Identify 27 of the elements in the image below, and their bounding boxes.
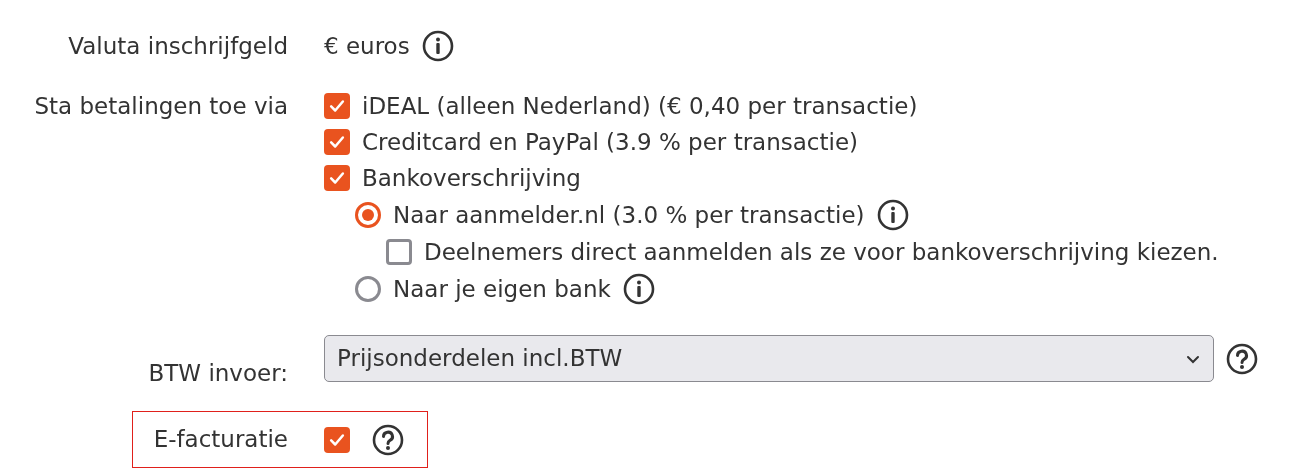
- info-icon[interactable]: [421, 30, 454, 62]
- help-icon[interactable]: [372, 423, 404, 456]
- option-label: Bankoverschrijving: [362, 163, 581, 193]
- option-label: Creditcard en PayPal (3.9 % per transactie): [362, 127, 859, 157]
- check-icon: [328, 97, 346, 115]
- check-icon: [328, 133, 346, 151]
- field-value: € euros: [324, 31, 410, 61]
- help-icon[interactable]: [1226, 342, 1258, 375]
- checkbox[interactable]: [324, 93, 350, 119]
- checkbox[interactable]: [324, 129, 350, 155]
- option-label: Naar je eigen bank: [393, 274, 611, 304]
- radio-button[interactable]: [355, 202, 381, 228]
- field-label: E-facturatie: [152, 425, 288, 455]
- checkbox[interactable]: [324, 165, 350, 191]
- option-label: iDEAL (alleen Nederland) (€ 0,40 per transactie): [362, 91, 918, 121]
- field-label: Valuta inschrijfgeld: [67, 32, 288, 61]
- check-icon: [328, 169, 346, 187]
- info-icon[interactable]: [622, 273, 655, 305]
- select-dropdown[interactable]: Prijsonderdelen incl.BTW: [324, 335, 1214, 382]
- checkbox[interactable]: [324, 426, 350, 453]
- info-icon[interactable]: [876, 199, 909, 231]
- option-label: Deelnemers direct aanmelden als ze voor bankoverschrijving kiezen.: [424, 237, 1219, 267]
- radio-button[interactable]: [355, 276, 381, 302]
- field-label: BTW invoer:: [147, 359, 288, 388]
- field-label: Sta betalingen toe via: [33, 92, 288, 121]
- option-label: Naar aanmelder.nl (3.0 % per transactie): [393, 200, 865, 230]
- checkbox[interactable]: [386, 239, 412, 265]
